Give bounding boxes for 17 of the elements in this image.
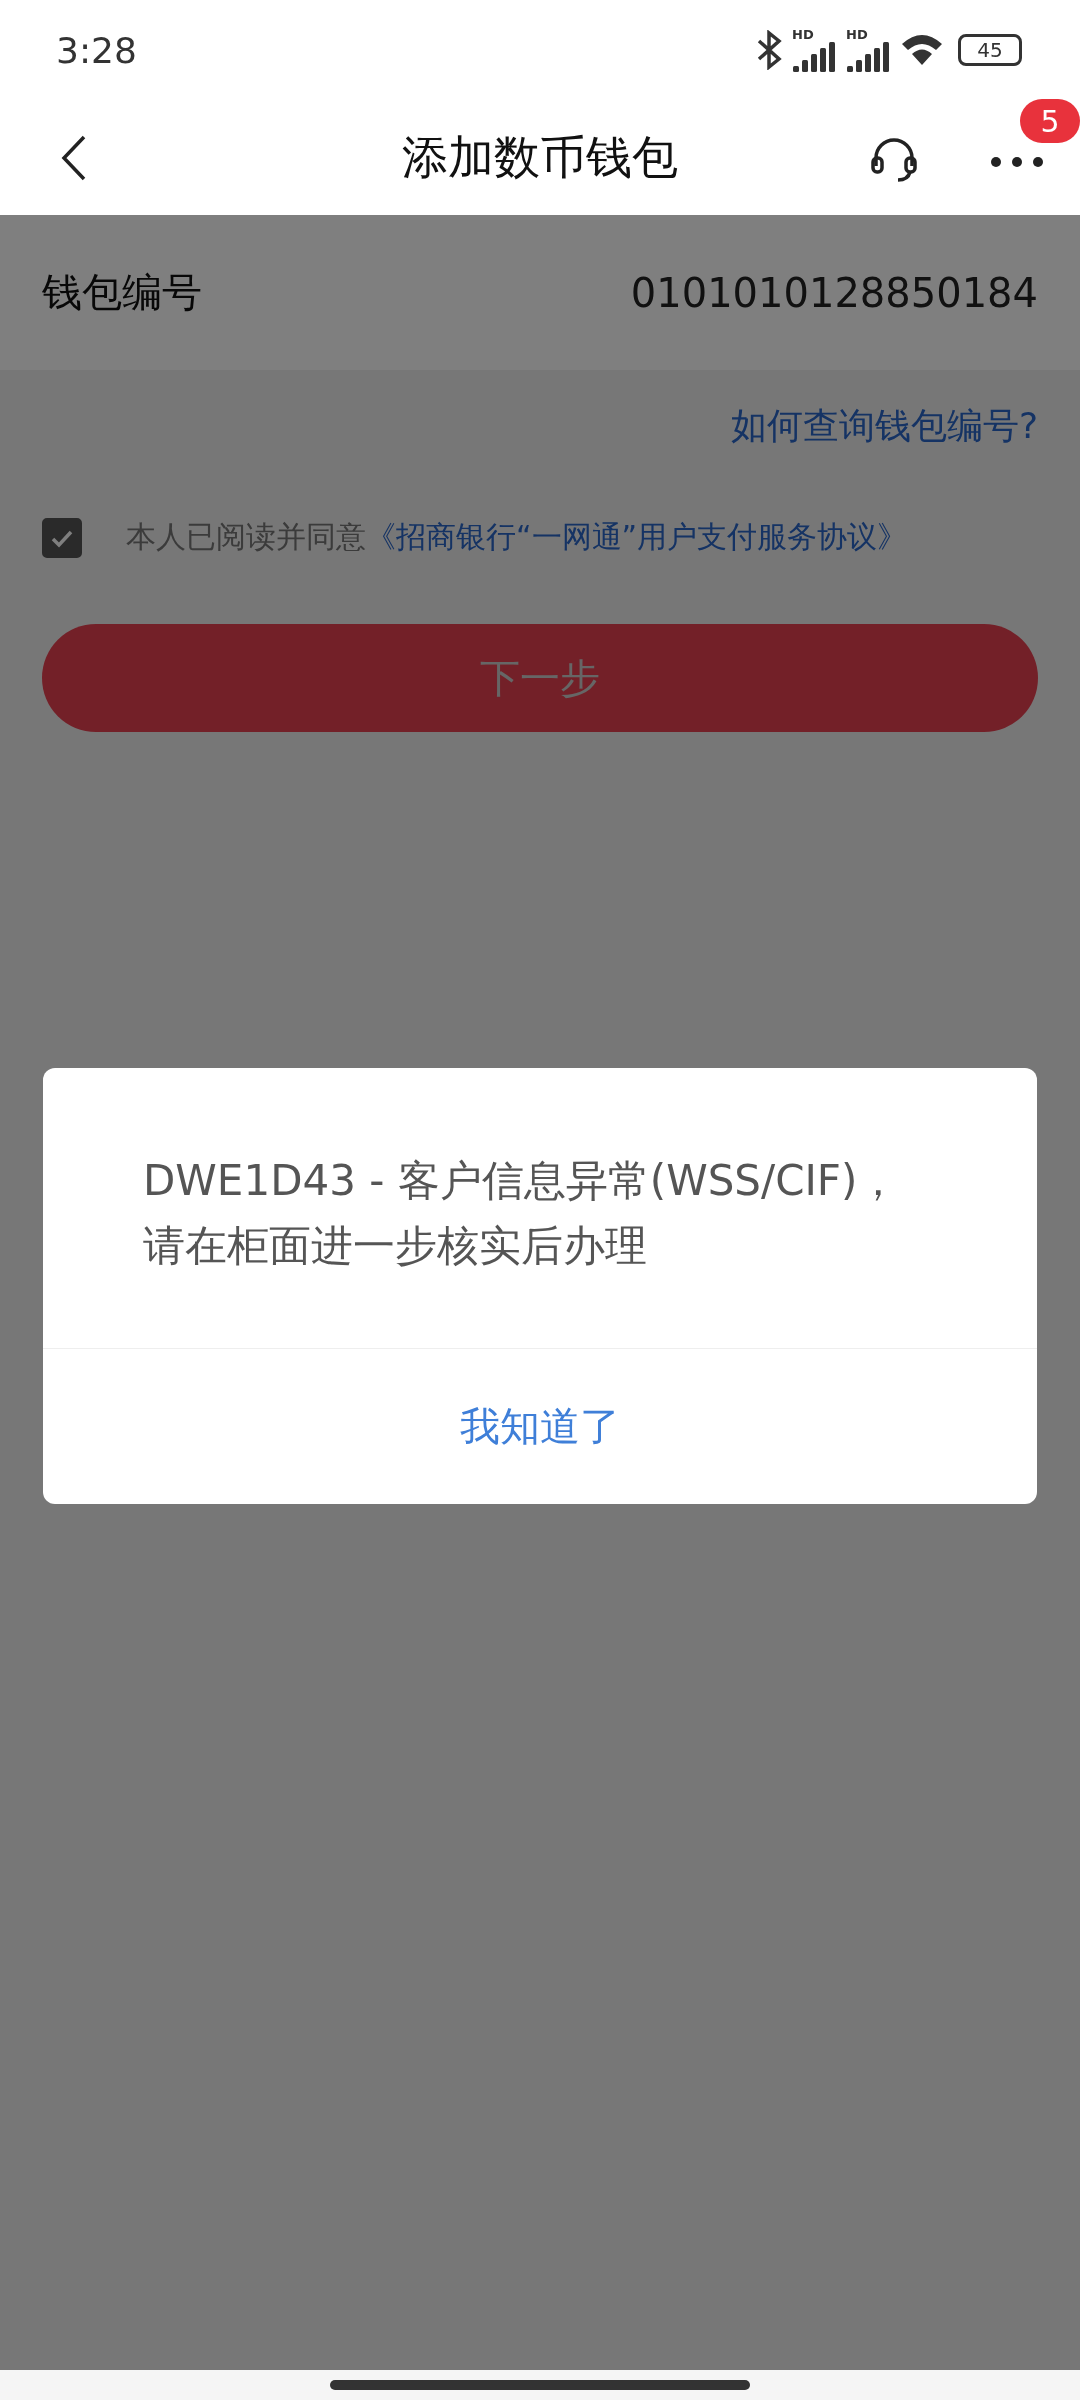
hd-label: HD xyxy=(846,28,868,41)
wallet-label: 钱包编号 xyxy=(42,268,202,317)
battery-icon: 45 xyxy=(958,34,1022,66)
help-link[interactable]: 如何查询钱包编号? xyxy=(730,402,1038,451)
notification-badge: 5 xyxy=(1020,99,1080,143)
next-button[interactable]: 下一步 xyxy=(42,624,1038,732)
dialog-message: DWE1D43 - 客户信息异常(WSS/CIF)，请在柜面进一步核实后办理 xyxy=(43,1068,1037,1350)
agreement-link[interactable]: 《招商银行“一网通”用户支付服务协议》 xyxy=(366,517,908,558)
wallet-number: 0101010128850184 xyxy=(630,269,1038,316)
page-title: 添加数币钱包 xyxy=(402,128,678,186)
agreement-text: 本人已阅读并同意 xyxy=(126,518,366,556)
hd-label: HD xyxy=(792,28,814,41)
more-icon[interactable] xyxy=(990,156,1044,168)
agreement-checkbox[interactable] xyxy=(42,517,82,558)
back-icon[interactable] xyxy=(60,133,88,182)
status-time: 3:28 xyxy=(56,29,137,71)
acknowledge-button[interactable]: 我知道了 xyxy=(43,1349,1037,1505)
